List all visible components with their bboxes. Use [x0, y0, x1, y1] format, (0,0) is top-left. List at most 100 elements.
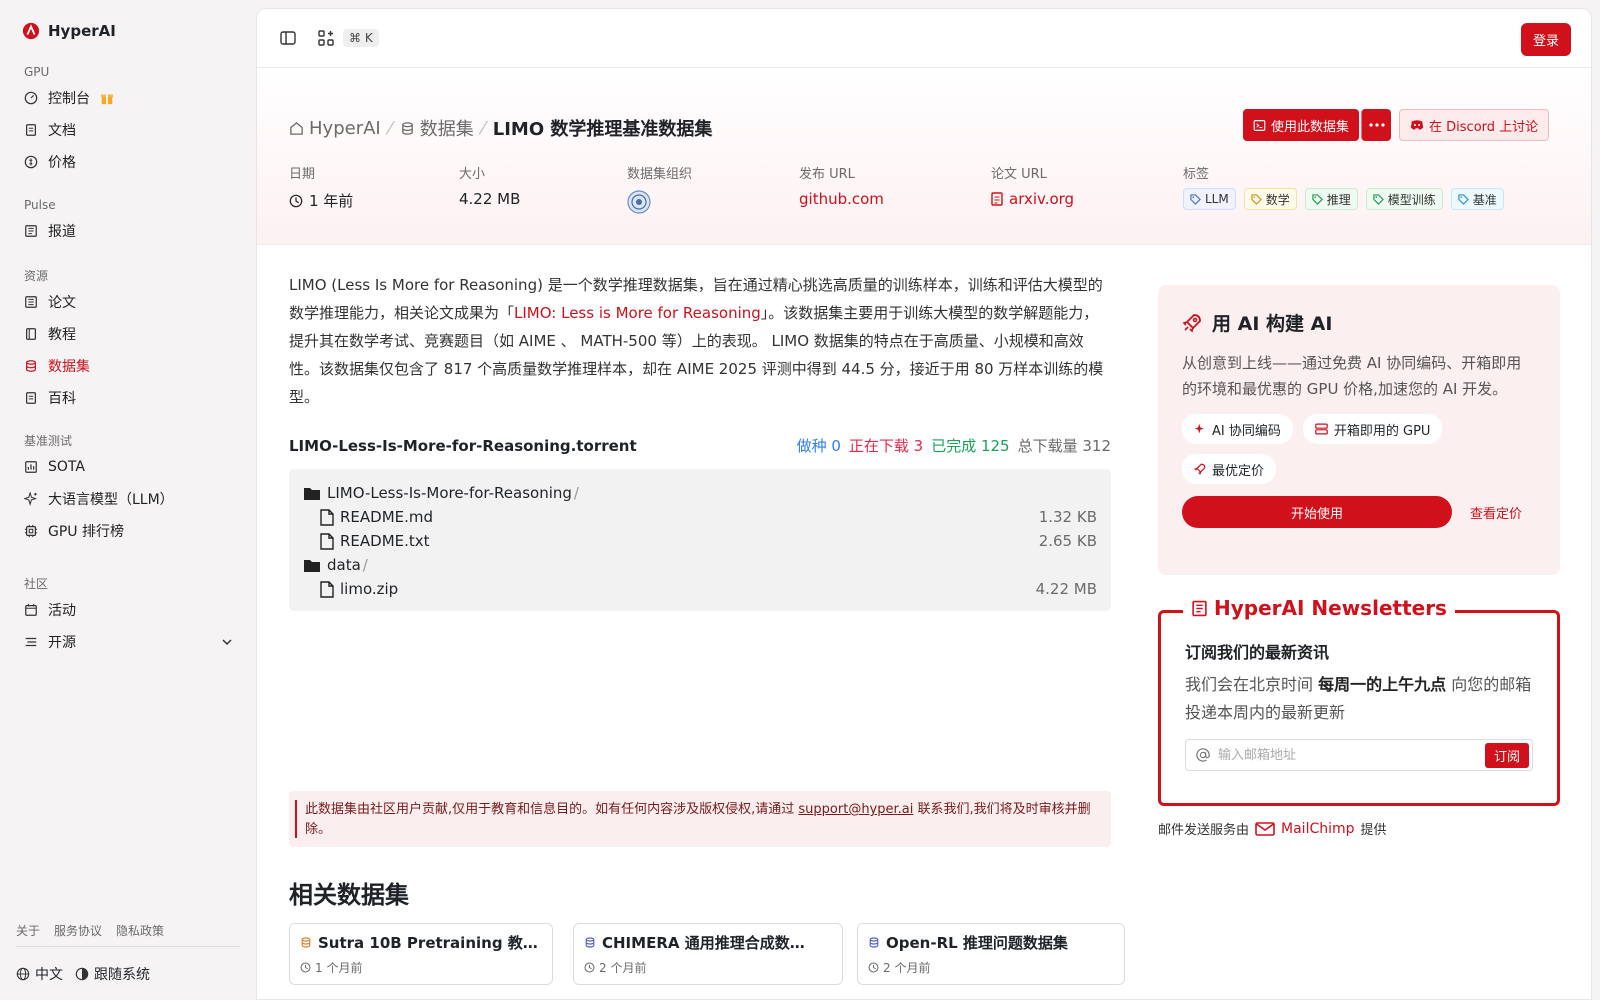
newsletter-box: HyperAI Newsletters 订阅我们的最新资讯 我们会在北京时间 每…: [1158, 596, 1560, 806]
sidebar-item-wiki[interactable]: 百科: [16, 382, 241, 414]
leaderboard-icon: [24, 460, 38, 474]
chip-label: 最优定价: [1212, 463, 1265, 479]
gift-icon: [100, 91, 114, 105]
torrent-header: LIMO-Less-Is-More-for-Reasoning.torrent …: [289, 435, 1111, 456]
tag-model-training[interactable]: 模型训练: [1365, 188, 1443, 210]
breadcrumb-section[interactable]: 数据集: [400, 115, 474, 141]
command-menu-icon[interactable]: [317, 29, 335, 47]
folder-name: data: [327, 556, 361, 574]
sidebar-item-pricing[interactable]: 价格: [16, 146, 241, 178]
meta-date: 日期 1 年前: [289, 163, 353, 211]
file-name: README.txt: [340, 532, 430, 550]
email-input[interactable]: [1218, 747, 1477, 763]
breadcrumb-home-label: HyperAI: [309, 117, 381, 139]
file-name: limo.zip: [340, 580, 399, 598]
org-seal-icon: [627, 190, 651, 214]
ai-promo-title: 用 AI 构建 AI: [1182, 309, 1536, 336]
newsletter-legend: HyperAI Newsletters: [1183, 596, 1455, 620]
sidebar-item-papers[interactable]: 论文: [16, 286, 241, 318]
contrast-icon: [75, 967, 89, 981]
file-icon: [320, 580, 334, 598]
page-title: LIMO 数学推理基准数据集: [492, 119, 713, 140]
org-avatar[interactable]: [627, 190, 692, 214]
folder-icon: [303, 558, 321, 573]
tree-folder-row[interactable]: LIMO-Less-Is-More-for-Reasoning /: [303, 481, 1097, 505]
sidebar-item-tutorials[interactable]: 教程: [16, 318, 241, 350]
tree-folder-row[interactable]: data /: [303, 553, 1097, 577]
chip-ai-coding: AI 协同编码: [1182, 414, 1293, 444]
meta-label: 数据集组织: [627, 167, 693, 182]
paper-url-link[interactable]: arxiv.org: [991, 190, 1074, 208]
sidebar-item-llm[interactable]: 大语言模型（LLM）: [16, 483, 241, 515]
support-email-link[interactable]: support@hyper.ai: [798, 802, 913, 817]
sidebar-item-gpu-rank[interactable]: GPU 排行榜: [16, 515, 241, 547]
terms-link[interactable]: 服务协议: [54, 922, 102, 939]
subscribe-button[interactable]: 订阅: [1484, 742, 1529, 768]
related-dataset-date: 2 个月前: [883, 961, 931, 975]
tag-llm[interactable]: LLM: [1183, 188, 1236, 210]
theme-switch[interactable]: 跟随系统: [75, 964, 150, 984]
sidebar-item-events[interactable]: 活动: [16, 594, 241, 626]
tag-icon: [1373, 193, 1384, 205]
use-dataset-label: 使用此数据集: [1271, 119, 1350, 135]
sidebar-item-docs[interactable]: 文档: [16, 114, 241, 146]
notice-text: 此数据集由社区用户贡献,仅用于教育和信息目的。如有任何内容涉及版权侵权,请通过: [305, 802, 799, 817]
related-dataset-title: Sutra 10B Pretraining 教…: [318, 934, 538, 952]
sidebar-item-label: 文档: [48, 123, 76, 139]
sidebar-item-opensource[interactable]: 开源: [16, 626, 241, 658]
ai-promo-card: 用 AI 构建 AI 从创意到上线——通过免费 AI 协同编码、开箱即用的环境和…: [1158, 285, 1560, 575]
ai-promo-desc: 从创意到上线——通过免费 AI 协同编码、开箱即用的环境和最优惠的 GPU 价格…: [1182, 354, 1522, 398]
at-icon: [1196, 748, 1210, 762]
sidebar-item-datasets[interactable]: 数据集: [16, 350, 241, 382]
file-icon: [320, 532, 334, 550]
related-dataset-title: Open-RL 推理问题数据集: [886, 934, 1068, 952]
chip-label: 开箱即用的 GPU: [1333, 423, 1431, 439]
file-name: README.md: [340, 508, 434, 526]
torrent-name[interactable]: LIMO-Less-Is-More-for-Reasoning.torrent: [289, 437, 637, 455]
discord-button[interactable]: 在 Discord 上讨论: [1399, 109, 1550, 141]
sidebar-item-label: 活动: [48, 603, 76, 619]
meta-value: 1 年前: [289, 190, 353, 211]
home-icon: [289, 121, 304, 136]
view-pricing-link[interactable]: 查看定价: [1470, 503, 1522, 522]
sidebar-toggle-icon[interactable]: [279, 29, 297, 47]
tag-benchmark[interactable]: 基准: [1450, 188, 1504, 210]
brand-logo[interactable]: HyperAI: [22, 22, 116, 40]
tree-file-row[interactable]: limo.zip 4.22 MB: [303, 577, 1097, 601]
related-dataset-card[interactable]: CHIMERA 通用推理合成数… 2 个月前: [573, 923, 843, 985]
paper-url-label: arxiv.org: [1009, 190, 1075, 208]
file-size: 2.65 KB: [1038, 532, 1097, 550]
file-size: 4.22 MB: [1035, 580, 1097, 598]
gauge-icon: [24, 91, 38, 105]
clock-icon: [584, 962, 595, 973]
tag-math[interactable]: 数学: [1243, 188, 1297, 210]
copyright-notice: 此数据集由社区用户贡献,仅用于教育和信息目的。如有任何内容涉及版权侵权,请通过 …: [289, 791, 1111, 847]
use-dataset-button[interactable]: 使用此数据集: [1243, 109, 1360, 141]
sidebar-item-console[interactable]: 控制台: [16, 82, 241, 114]
related-dataset-card[interactable]: Sutra 10B Pretraining 教… 1 个月前: [289, 923, 553, 985]
paper-link[interactable]: LIMO: Less is More for Reasoning: [514, 304, 761, 322]
main-panel: ⌘ K 登录 HyperAI ⁄ 数据集 ⁄ LIMO 数学推理基准数据集 使用…: [256, 8, 1592, 1000]
sidebar-item-reports[interactable]: 报道: [16, 215, 241, 247]
tree-file-row[interactable]: README.md 1.32 KB: [303, 505, 1097, 529]
related-dataset-date: 1 个月前: [315, 961, 363, 975]
login-button[interactable]: 登录: [1520, 23, 1571, 56]
related-dataset-card[interactable]: Open-RL 推理问题数据集 2 个月前: [857, 923, 1125, 985]
dataset-description: LIMO (Less Is More for Reasoning) 是一个数学推…: [289, 271, 1109, 411]
more-actions-button[interactable]: [1361, 109, 1392, 141]
chip-icon: [24, 524, 38, 538]
newspaper-icon: [1191, 600, 1208, 617]
about-link[interactable]: 关于: [16, 922, 40, 939]
publish-url-link[interactable]: github.com: [799, 190, 884, 208]
privacy-link[interactable]: 隐私政策: [116, 922, 164, 939]
start-button[interactable]: 开始使用: [1182, 496, 1452, 528]
tag-icon: [1458, 193, 1469, 205]
language-switch[interactable]: 中文: [16, 964, 63, 984]
sidebar-item-sota[interactable]: SOTA: [16, 451, 241, 483]
breadcrumb-home[interactable]: HyperAI: [289, 118, 381, 139]
date-value: 1 年前: [309, 192, 354, 210]
tag-reasoning[interactable]: 推理: [1304, 188, 1358, 210]
chevron-down-icon[interactable]: [221, 636, 233, 648]
tree-file-row[interactable]: README.txt 2.65 KB: [303, 529, 1097, 553]
mailchimp-link[interactable]: MailChimp: [1255, 821, 1355, 837]
